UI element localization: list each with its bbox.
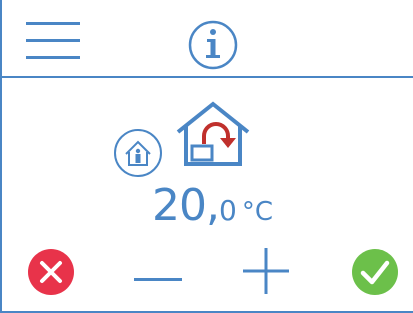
checkmark-icon [352, 249, 398, 295]
header-bar [2, 0, 413, 78]
increase-button[interactable] [243, 248, 289, 294]
cancel-x-icon [28, 249, 74, 295]
house-return-arrow-icon [174, 100, 252, 170]
decrease-button[interactable] [134, 268, 182, 281]
cancel-button[interactable] [27, 248, 75, 296]
screen-frame: 20,0 °C [0, 0, 413, 313]
occupant-in-house-icon [112, 127, 164, 179]
confirm-button[interactable] [351, 248, 399, 296]
temperature-unit: °C [241, 197, 273, 227]
info-icon [188, 20, 238, 70]
temperature-whole-value: 20, [152, 180, 220, 231]
minus-icon [134, 278, 182, 281]
hamburger-menu-icon [26, 22, 80, 59]
temperature-readout: 20,0 °C [152, 180, 312, 231]
temperature-decimal-value: 0 [218, 194, 237, 227]
info-button[interactable] [186, 18, 240, 72]
menu-button[interactable] [24, 20, 84, 64]
plus-icon [243, 248, 289, 294]
